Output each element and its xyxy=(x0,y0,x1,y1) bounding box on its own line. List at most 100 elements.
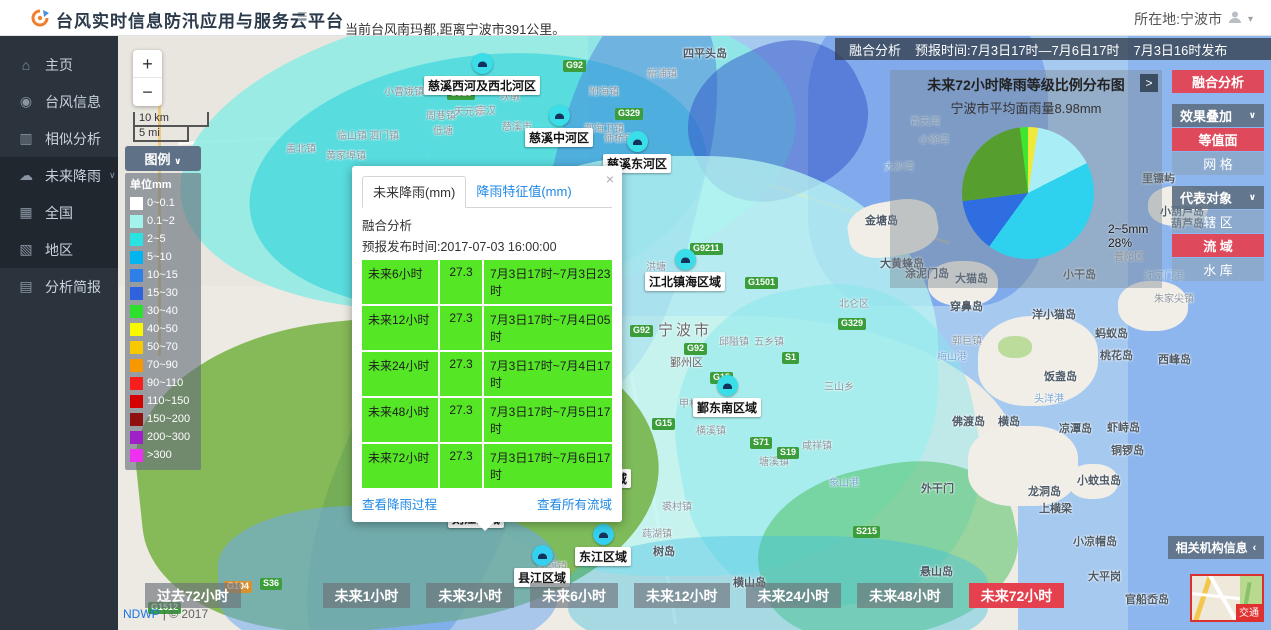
rain-region-icon xyxy=(626,131,647,152)
time-button[interactable]: 未来24小时 xyxy=(746,583,842,608)
legend-row: 50~70 xyxy=(130,338,196,356)
forecast-issued: 7月3日16时发布 xyxy=(1133,40,1227,59)
map-copyright: NDWP | © 2017 xyxy=(123,607,208,621)
spacer xyxy=(1172,282,1264,292)
time-button[interactable]: 未来72小时 xyxy=(969,583,1065,608)
layer-toggle-button[interactable]: 流 域 xyxy=(1172,234,1264,257)
legend-swatch xyxy=(130,341,143,354)
layer-group-header[interactable]: 代表对象∨ xyxy=(1172,186,1264,209)
map-canvas[interactable]: 四平头岛金塘岛大黄蜂岛里镖屿小干岛涂泥门岛大猫岛洋小猫岛穿鼻岛蚂蚁岛桃花岛西峰岛… xyxy=(118,36,1271,630)
chevron-down-icon[interactable]: ▾ xyxy=(1248,14,1253,25)
road-badge: G92 xyxy=(563,60,586,72)
time-button[interactable]: 未来48小时 xyxy=(857,583,953,608)
chart-icon: ▥ xyxy=(18,130,34,147)
region-marker[interactable]: 鄞东南区域 xyxy=(693,375,761,417)
sidebar-item-chart[interactable]: ▥相似分析 xyxy=(0,120,118,157)
legend-label: 90~110 xyxy=(147,377,183,389)
forecast-row: 未来24小时27.37月3日17时~7月4日17时 xyxy=(362,352,612,396)
region-marker[interactable]: 江北镇海区域 xyxy=(645,249,725,291)
legend-label: 70~90 xyxy=(147,359,178,371)
sidebar-item-rain[interactable]: ☁未来降雨∨ xyxy=(0,157,118,194)
layer-toggle-button[interactable]: 辖 区 xyxy=(1172,210,1264,233)
time-button[interactable]: 过去72小时 xyxy=(145,583,241,608)
zoom-in-button[interactable]: + xyxy=(133,50,162,78)
sidebar-item-nation[interactable]: ▦全国 xyxy=(0,194,118,231)
location-selector[interactable]: 所在地:宁波市 ▾ xyxy=(1134,9,1253,29)
region-marker-label: 鄞东南区域 xyxy=(693,398,761,417)
legend-row: >300 xyxy=(130,446,196,464)
legend-swatch xyxy=(130,305,143,318)
tab-future-rain[interactable]: 未来降雨(mm) xyxy=(362,176,466,208)
related-orgs-button[interactable]: 相关机构信息‹ xyxy=(1168,536,1264,559)
tab-rain-feature[interactable]: 降雨特征值(mm) xyxy=(466,176,581,207)
legend-row: 2~5 xyxy=(130,230,196,248)
time-button[interactable]: 未来12小时 xyxy=(634,583,730,608)
sidebar-item-typhoon[interactable]: ◉ 台风信息 xyxy=(0,83,118,120)
legend-header[interactable]: 图例 ∨ xyxy=(125,146,201,171)
chevron-down-icon: ∨ xyxy=(174,156,181,166)
typhoon-status-text: 当前台风南玛都,距离宁波市391公里。 xyxy=(345,19,565,38)
legend-swatch xyxy=(130,449,143,462)
road-badge: G329 xyxy=(615,108,643,120)
app: 台风实时信息防汛应用与服务云平台 ≡ 当前台风南玛都,距离宁波市391公里。 所… xyxy=(0,0,1271,630)
map-label-town: 郭巨镇 xyxy=(952,332,982,347)
zoom-out-button[interactable]: − xyxy=(133,78,162,106)
forecast-period: 未来48小时 xyxy=(362,398,438,442)
rain-distribution-panel: 未来72小时降雨等级比例分布图 宁波市平均面雨量8.98mm > 2~5mm 2… xyxy=(890,70,1162,288)
panel-expand-button[interactable]: > xyxy=(1140,74,1158,92)
forecast-value: 27.3 xyxy=(440,444,482,488)
legend-label: 110~150 xyxy=(147,395,189,407)
forecast-range: 7月3日17时~7月3日23时 xyxy=(484,260,612,304)
view-rain-process-link[interactable]: 查看降雨过程 xyxy=(362,494,437,513)
map-label-island: 大平岗 xyxy=(1088,568,1121,584)
road-badge: S215 xyxy=(853,526,880,538)
road-badge: S19 xyxy=(777,447,799,459)
layer-toggle-button[interactable]: 网 格 xyxy=(1172,152,1264,175)
typhoon-icon: ◉ xyxy=(18,93,34,110)
time-button[interactable]: 未来1小时 xyxy=(323,583,411,608)
time-button[interactable]: 未来3小时 xyxy=(426,583,514,608)
forecast-range: 7月3日17时~7月4日17时 xyxy=(484,352,612,396)
legend-label: 2~5 xyxy=(147,233,166,245)
legend-swatch xyxy=(130,233,143,246)
pie-chart-title: 未来72小时降雨等级比例分布图 xyxy=(890,75,1162,95)
region-marker-label: 慈溪中河区 xyxy=(525,128,593,147)
legend-label: 10~15 xyxy=(147,269,178,281)
menu-icon[interactable]: ≡ xyxy=(297,6,308,27)
view-all-basins-link[interactable]: 查看所有流域 xyxy=(537,494,612,513)
time-button[interactable]: 未来6小时 xyxy=(530,583,618,608)
close-icon[interactable]: × xyxy=(606,171,614,187)
layer-toggle-button[interactable]: 等值面 xyxy=(1172,128,1264,151)
forecast-period: 未来6小时 xyxy=(362,260,438,304)
user-icon[interactable] xyxy=(1228,10,1242,29)
chevron-left-icon: ‹ xyxy=(1253,542,1257,554)
rain-region-icon xyxy=(548,105,569,126)
road-badge: S1 xyxy=(782,352,799,364)
sidebar-item-home[interactable]: ⌂主页 xyxy=(0,46,118,83)
region-marker[interactable]: 慈溪西河及西北河区 xyxy=(424,53,540,95)
map-label-island: 蚂蚁岛 xyxy=(1095,325,1128,341)
sidebar-item-report[interactable]: ▤分析简报 xyxy=(0,268,118,305)
region-marker[interactable]: 东江区域 xyxy=(575,524,631,566)
fusion-analysis-button[interactable]: 融合分析 xyxy=(1172,70,1264,93)
minimap-thumbnail[interactable]: 交通 xyxy=(1190,574,1264,622)
forecast-period: 未来24小时 xyxy=(362,352,438,396)
scale-mi: 5 mi xyxy=(133,127,189,142)
ndwp-link[interactable]: NDWP xyxy=(123,607,159,621)
chevron-down-icon: ∨ xyxy=(1249,192,1256,203)
forecast-row: 未来12小时27.37月3日17时~7月4日05时 xyxy=(362,306,612,350)
sidebar-item-label: 台风信息 xyxy=(45,92,101,112)
road-badge: G15 xyxy=(652,418,675,430)
layer-toggle-button[interactable]: 水 库 xyxy=(1172,258,1264,281)
region-marker-label: 东江区域 xyxy=(575,547,631,566)
region-marker[interactable]: 慈溪中河区 xyxy=(525,105,593,147)
map-layer xyxy=(978,316,1098,406)
region-marker[interactable]: 县江区域 xyxy=(514,545,570,587)
legend-label: 5~10 xyxy=(147,251,172,263)
home-icon: ⌂ xyxy=(18,57,34,73)
layer-group-header[interactable]: 效果叠加∨ xyxy=(1172,104,1264,127)
map-layer xyxy=(218,506,558,630)
legend-swatch xyxy=(130,359,143,372)
pie-chart-subtitle: 宁波市平均面雨量8.98mm xyxy=(890,98,1162,117)
sidebar-item-region[interactable]: ▧地区 xyxy=(0,231,118,268)
